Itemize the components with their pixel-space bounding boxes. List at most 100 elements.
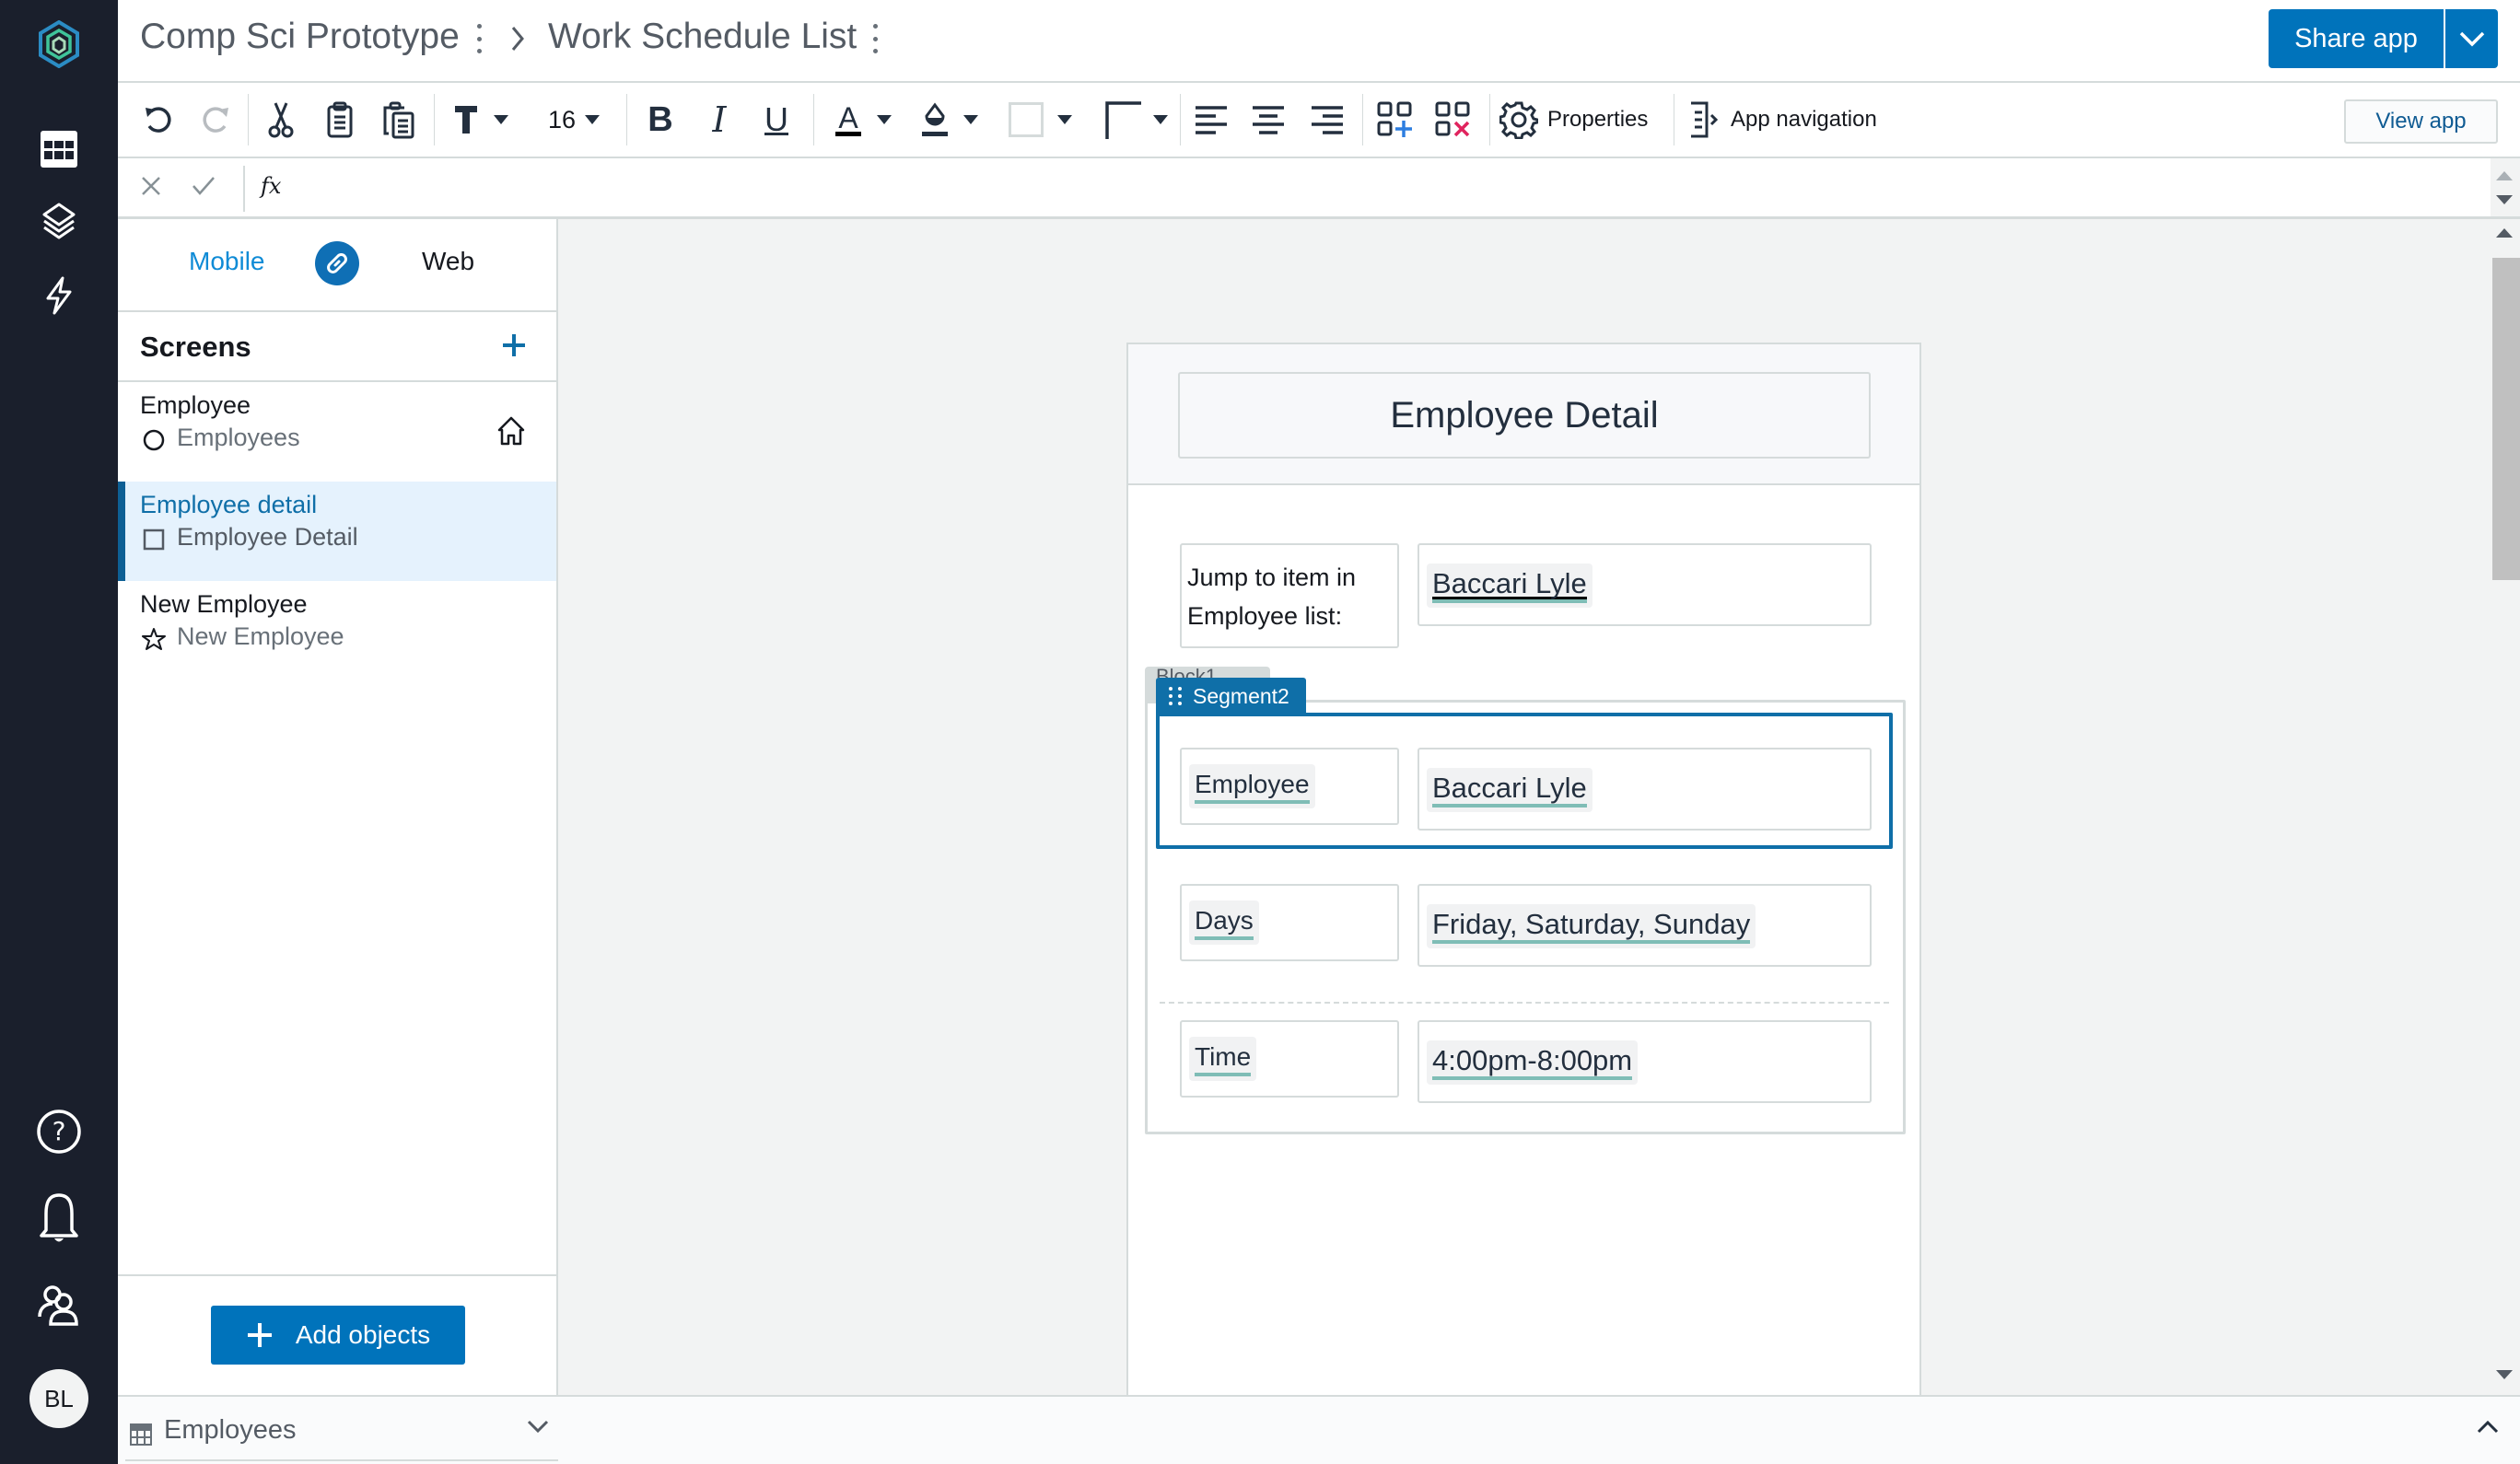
chevron-down-icon[interactable] — [526, 1419, 550, 1435]
screen-item-employee-detail[interactable]: Employee detail Employee Detail — [118, 482, 556, 581]
layers-icon[interactable] — [31, 193, 87, 249]
align-left-icon[interactable] — [1190, 96, 1232, 144]
fill-color-dropdown[interactable] — [960, 96, 982, 144]
row-divider — [1160, 1002, 1889, 1004]
drag-handle-icon[interactable] — [1169, 687, 1182, 705]
field-label-box[interactable]: Employee — [1180, 748, 1399, 825]
view-app-button[interactable]: View app — [2344, 99, 2498, 144]
align-center-icon[interactable] — [1247, 96, 1289, 144]
fill-color-bucket-icon[interactable] — [914, 96, 956, 144]
align-right-icon[interactable] — [1306, 96, 1348, 144]
app-logo-icon[interactable] — [31, 17, 87, 72]
user-avatar[interactable]: BL — [29, 1369, 88, 1428]
screen-item-new-employee[interactable]: New Employee New Employee — [118, 581, 556, 680]
star-icon — [142, 628, 166, 650]
share-options-dropdown[interactable] — [2445, 9, 2498, 68]
circle-icon — [143, 429, 165, 451]
help-icon[interactable]: ? — [31, 1104, 87, 1159]
text-style-icon[interactable] — [448, 96, 484, 144]
automation-lightning-icon[interactable] — [31, 268, 87, 323]
field-label[interactable]: Employee — [1189, 764, 1315, 808]
tab-web[interactable]: Web — [422, 247, 474, 276]
share-app-button[interactable]: Share app — [2269, 9, 2444, 68]
field-value-box[interactable]: Baccari Lyle — [1418, 748, 1872, 831]
field-value[interactable]: 4:00pm-8:00pm — [1427, 1040, 1639, 1085]
undo-icon[interactable] — [136, 96, 179, 144]
field-label[interactable]: Days — [1189, 900, 1259, 945]
screen-preview: Employee Detail Jump to item in Employee… — [1126, 343, 1921, 1401]
field-label-text: Employee — [1195, 769, 1310, 804]
field-value-box[interactable]: Friday, Saturday, Sunday — [1418, 884, 1872, 967]
screen-item-subtitle: Employee Detail — [177, 523, 358, 551]
field-value[interactable]: Friday, Saturday, Sunday — [1427, 904, 1756, 948]
field-label-text: Days — [1195, 905, 1254, 940]
app-header: Comp Sci Prototype Work Schedule List Sh… — [118, 0, 2520, 83]
font-size-select[interactable]: 16 — [542, 96, 606, 144]
field-label-box[interactable]: Time — [1180, 1020, 1399, 1098]
screens-panel: Mobile Web Screens Employee Employees Em… — [118, 219, 558, 1395]
delete-block-icon[interactable] — [1432, 96, 1475, 144]
tables-icon[interactable] — [31, 122, 87, 177]
copy-clipboard-icon[interactable] — [319, 96, 361, 144]
add-objects-button[interactable]: Add objects — [211, 1306, 465, 1365]
segment2-tag[interactable]: Segment2 — [1156, 678, 1306, 715]
breadcrumb-app-name[interactable]: Comp Sci Prototype — [140, 17, 460, 57]
italic-icon[interactable]: I — [698, 96, 741, 144]
data-table-name[interactable]: Employees — [164, 1415, 296, 1446]
panel-divider — [118, 1274, 556, 1276]
jump-label-box[interactable]: Jump to item in Employee list: — [1180, 543, 1399, 648]
canvas-scrollbar[interactable] — [2491, 219, 2520, 1395]
screen-title[interactable]: Employee Detail — [1178, 372, 1871, 459]
app-navigation-button[interactable]: App navigation — [1688, 96, 1900, 144]
font-color-icon[interactable]: A — [827, 96, 869, 144]
gear-icon — [1499, 101, 1538, 139]
confirm-formula-icon[interactable] — [192, 175, 216, 202]
properties-button[interactable]: Properties — [1499, 96, 1665, 144]
border-color-icon[interactable] — [1008, 96, 1044, 144]
view-app-label: View app — [2375, 109, 2467, 134]
svg-text:A: A — [838, 101, 858, 134]
link-layouts-toggle[interactable] — [315, 241, 359, 285]
home-icon[interactable] — [496, 415, 527, 447]
field-label[interactable]: Time — [1189, 1037, 1257, 1081]
add-screen-button[interactable] — [496, 327, 532, 364]
formula-scrollbar[interactable] — [2491, 158, 2520, 216]
screens-header: Screens — [118, 310, 556, 382]
redo-icon[interactable] — [195, 96, 238, 144]
table-menu-kebab-icon[interactable] — [870, 24, 880, 53]
segment2-tag-label: Segment2 — [1193, 683, 1289, 708]
users-icon[interactable] — [31, 1278, 87, 1333]
field-value[interactable]: Baccari Lyle — [1427, 768, 1592, 812]
jump-value-field[interactable]: Baccari Lyle — [1427, 564, 1592, 608]
app-navigation-icon — [1691, 101, 1719, 138]
underline-icon[interactable]: U — [755, 96, 798, 144]
app-menu-kebab-icon[interactable] — [474, 24, 484, 53]
notifications-bell-icon[interactable] — [31, 1191, 87, 1246]
font-color-dropdown[interactable] — [873, 96, 895, 144]
screen-item-employee[interactable]: Employee Employees — [118, 382, 556, 482]
expand-panel-chevron-up-icon[interactable] — [2476, 1419, 2500, 1435]
text-style-dropdown[interactable] — [490, 96, 512, 144]
cut-scissors-icon[interactable] — [260, 96, 302, 144]
scrollbar-thumb[interactable] — [2492, 258, 2520, 580]
border-style-icon[interactable] — [1102, 96, 1144, 144]
font-size-value: 16 — [547, 105, 577, 134]
add-block-icon[interactable] — [1374, 96, 1417, 144]
cancel-formula-icon[interactable] — [140, 175, 162, 202]
design-canvas: Employee Detail Jump to item in Employee… — [558, 219, 2491, 1401]
screen-item-name: Employee detail — [140, 491, 318, 518]
screen-item-name: Employee — [140, 391, 251, 419]
field-label-box[interactable]: Days — [1180, 884, 1399, 961]
jump-value-text: Baccari Lyle — [1432, 568, 1587, 603]
field-value-text: Baccari Lyle — [1432, 773, 1587, 808]
jump-value-box[interactable]: Baccari Lyle — [1418, 543, 1872, 626]
bold-icon[interactable]: B — [639, 96, 682, 144]
svg-text:?: ? — [52, 1116, 66, 1146]
border-color-dropdown[interactable] — [1054, 96, 1076, 144]
breadcrumb-table-name[interactable]: Work Schedule List — [548, 17, 857, 57]
paste-icon[interactable] — [376, 96, 422, 144]
border-style-dropdown[interactable] — [1149, 96, 1172, 144]
tab-mobile[interactable]: Mobile — [189, 247, 264, 276]
formula-input[interactable] — [302, 164, 2467, 214]
field-value-box[interactable]: 4:00pm-8:00pm — [1418, 1020, 1872, 1103]
